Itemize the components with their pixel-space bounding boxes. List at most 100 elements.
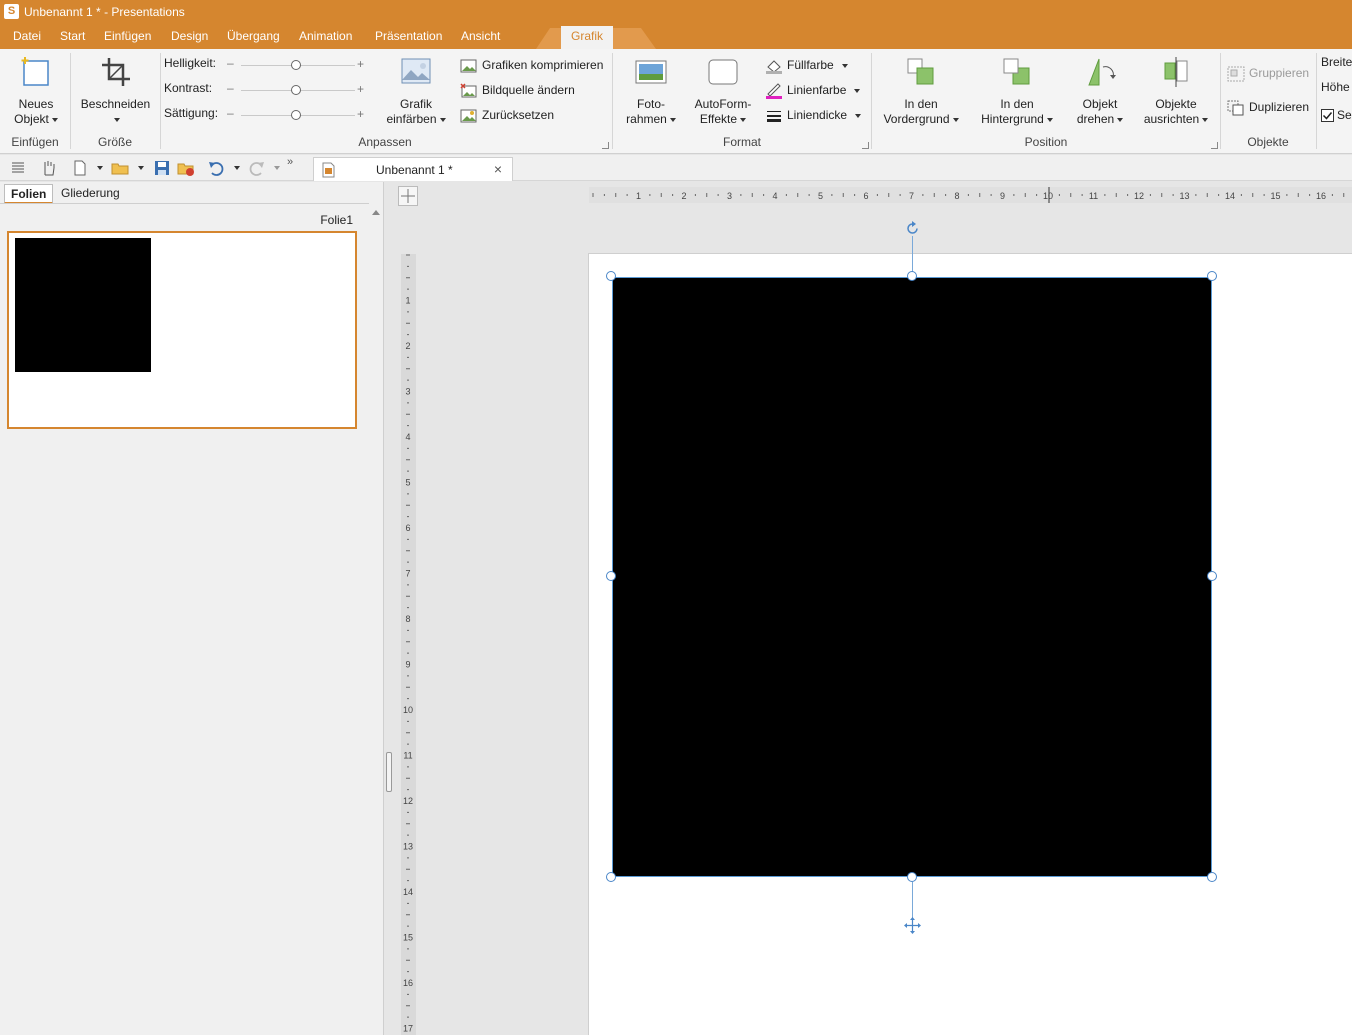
duplicate-label: Duplizieren [1249,100,1310,114]
change-source-label: Bildquelle ändern [482,83,575,97]
close-icon[interactable]: × [494,161,502,177]
resize-handle-bottom[interactable] [907,872,917,882]
presentation-document-icon [322,162,335,178]
open-folder-icon[interactable] [111,159,129,177]
rotate-object-button[interactable]: Objekt drehen [1070,53,1130,127]
resize-handle-bottom-right[interactable] [1207,872,1217,882]
group-objects-button[interactable]: Gruppieren [1227,63,1309,83]
ruler-tick-label: 7 [909,191,914,201]
more-tools-icon[interactable]: » [287,156,293,168]
send-to-back-button[interactable]: In den Hintergrund [974,53,1060,127]
crop-button[interactable]: Beschneiden [78,53,153,127]
line-color-button[interactable]: Linienfarbe [765,80,861,100]
brightness-slider-thumb[interactable] [291,60,301,70]
anpassen-dialog-launcher[interactable] [602,142,609,149]
chevron-down-icon [439,117,446,122]
slide-thumbnail[interactable] [7,231,357,429]
resize-handle-top-left[interactable] [606,271,616,281]
tab-ansicht[interactable]: Ansicht [461,29,500,43]
redo-icon[interactable] [248,159,266,177]
saturation-slider-thumb[interactable] [291,110,301,120]
bring-to-front-icon [907,58,934,85]
tab-folien[interactable]: Folien [4,184,54,204]
chevron-down-icon[interactable] [138,166,144,170]
tab-animation[interactable]: Animation [299,29,352,43]
chevron-down-icon [854,88,861,93]
keep-ratio-checkbox[interactable]: Se [1321,105,1352,125]
contrast-increase-button[interactable]: + [357,82,364,96]
horizontal-ruler[interactable]: 1 2 3 4 5 6 7 8 9 10 11 12 13 14 15 16 [589,187,1352,203]
compress-images-button[interactable]: Grafiken komprimieren [460,55,603,75]
crop-icon [101,58,130,86]
ruler-tick-label: 13 [1179,191,1189,201]
align-objects-button[interactable]: Objekte ausrichten [1138,53,1214,127]
resize-handle-top-right[interactable] [1207,271,1217,281]
tab-gliederung[interactable]: Gliederung [55,184,126,204]
saturation-decrease-button[interactable]: – [227,106,234,120]
new-object-button[interactable]: Neues Objekt [8,53,64,127]
tab-uebergang[interactable]: Übergang [227,29,280,43]
tab-datei[interactable]: Datei [13,29,41,43]
panel-scrollbar[interactable] [369,204,383,1035]
chevron-down-icon[interactable] [274,166,280,170]
tab-start[interactable]: Start [60,29,85,43]
document-tab[interactable]: Unbenannt 1 * × [313,157,513,181]
position-dialog-launcher[interactable] [1211,142,1218,149]
chevron-down-icon[interactable] [234,166,240,170]
resize-handle-bottom-left[interactable] [606,872,616,882]
hand-tool-icon[interactable] [39,159,57,177]
align-objects-label-2: ausrichten [1143,112,1200,126]
saturation-increase-button[interactable]: + [357,107,364,121]
save-icon[interactable] [153,159,171,177]
ruler-corner-button[interactable] [398,186,418,206]
save-all-icon[interactable] [177,159,195,177]
tab-einfuegen[interactable]: Einfügen [104,29,151,43]
tab-design[interactable]: Design [171,29,208,43]
hamburger-menu-icon[interactable] [9,159,27,177]
line-color-label: Linienfarbe [787,83,847,97]
ruler-tick-label: 7 [405,569,410,579]
chevron-down-icon [1202,117,1209,122]
compress-images-icon [460,59,477,73]
tab-grafik[interactable]: Grafik [561,26,614,49]
tab-praesentation[interactable]: Präsentation [375,29,442,43]
resize-handle-left[interactable] [606,571,616,581]
scroll-up-icon[interactable] [372,209,380,215]
fill-color-label: Füllfarbe [787,58,834,72]
bring-to-front-button[interactable]: In den Vordergrund [878,53,964,127]
format-dialog-launcher[interactable] [862,142,869,149]
width-field-label: Breite [1321,55,1352,69]
recolor-button[interactable]: Grafik einfärben [380,53,452,127]
splitter-grip[interactable] [386,752,392,792]
panel-splitter[interactable] [384,182,396,1035]
rotate-object-label-1: Objekt [1082,97,1118,111]
photo-frame-button[interactable]: Foto- rahmen [620,53,682,127]
resize-handle-right[interactable] [1207,571,1217,581]
new-document-icon[interactable] [71,159,89,177]
brightness-decrease-button[interactable]: – [227,56,234,70]
ruler-tick-label: 12 [1134,191,1144,201]
chevron-down-icon [952,117,959,122]
move-handle-icon[interactable] [904,917,921,934]
quick-access-toolbar: » Unbenannt 1 * × [0,155,1352,181]
change-source-button[interactable]: Bildquelle ändern [460,80,575,100]
selected-image-shape[interactable] [612,277,1212,877]
crop-label: Beschneiden [80,97,151,111]
resize-handle-top[interactable] [907,271,917,281]
brightness-increase-button[interactable]: + [357,57,364,71]
reset-image-button[interactable]: Zurücksetzen [460,105,554,125]
chevron-down-icon [855,113,862,118]
vertical-ruler[interactable]: 1 2 3 4 5 6 7 8 9 10 11 12 13 14 15 16 17 [401,254,416,1035]
undo-icon[interactable] [207,159,225,177]
fill-color-button[interactable]: Füllfarbe [765,55,848,75]
send-to-back-icon [1003,58,1030,85]
contrast-decrease-button[interactable]: – [227,81,234,95]
chevron-down-icon[interactable] [97,166,103,170]
photo-frame-icon [635,60,667,84]
line-width-button[interactable]: Liniendicke [765,105,862,125]
contrast-slider-thumb[interactable] [291,85,301,95]
contrast-label: Kontrast: [164,81,213,95]
rotate-handle-icon[interactable] [904,220,921,237]
duplicate-button[interactable]: Duplizieren [1227,97,1309,117]
autoform-effects-button[interactable]: AutoForm- Effekte [690,53,756,127]
